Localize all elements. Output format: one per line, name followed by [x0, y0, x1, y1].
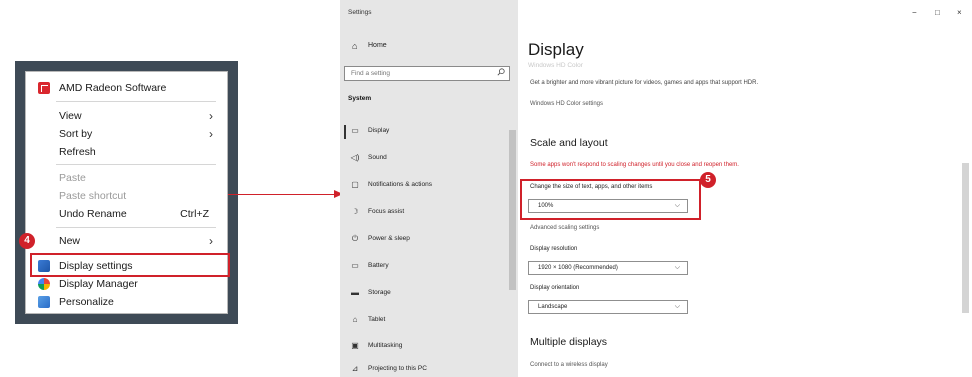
sidebar-item-notifications[interactable]: ▢ Notifications & actions: [344, 176, 510, 196]
resolution-label: Display resolution: [530, 246, 578, 252]
sidebar-item-focus-assist[interactable]: ☽ Focus assist: [344, 203, 510, 223]
battery-icon: ▭: [351, 261, 359, 270]
minimize-button[interactable]: −: [912, 8, 917, 17]
sidebar-section-system: System: [348, 95, 372, 102]
hdr-description: Get a brighter and more vibrant picture …: [530, 80, 759, 86]
wireless-display-link[interactable]: Connect to a wireless display: [530, 362, 608, 368]
sidebar-item-battery[interactable]: ▭ Battery: [344, 257, 510, 277]
amd-radeon-icon: [38, 82, 50, 94]
power-icon: ⏻: [351, 234, 359, 243]
storage-icon: ▬: [351, 288, 359, 297]
desktop-context-menu-frame: AMD Radeon Software View › Sort by › Ref…: [15, 61, 238, 324]
step-4-badge: 4: [19, 233, 35, 249]
shortcut-text: Ctrl+Z: [180, 208, 209, 220]
scaling-warning: Some apps won't respond to scaling chang…: [530, 162, 739, 168]
close-button[interactable]: ×: [957, 8, 962, 17]
multiple-displays-header: Multiple displays: [530, 336, 608, 348]
focus-assist-icon: ☽: [351, 207, 359, 216]
menu-item-amd-radeon-software[interactable]: AMD Radeon Software: [26, 78, 227, 98]
sidebar-item-storage[interactable]: ▬ Storage: [344, 284, 510, 304]
arrow-connector: [228, 194, 336, 195]
main-scrollbar[interactable]: [962, 163, 969, 313]
hdr-settings-link[interactable]: Windows HD Color settings: [530, 101, 603, 107]
notifications-icon: ▢: [351, 180, 359, 189]
menu-separator: [56, 227, 216, 228]
resolution-dropdown[interactable]: 1920 × 1080 (Recommended) ⌵: [528, 261, 688, 275]
desktop-context-menu: AMD Radeon Software View › Sort by › Ref…: [25, 71, 228, 314]
highlight-text-size: [520, 179, 701, 220]
menu-item-paste-shortcut: Paste shortcut: [59, 190, 127, 202]
window-title: Settings: [348, 9, 372, 16]
page-title: Display: [528, 40, 584, 59]
tablet-icon: ⌂: [352, 315, 358, 324]
menu-item-paste: Paste: [59, 172, 86, 184]
sidebar-item-multitasking[interactable]: ▣ Multitasking: [344, 337, 510, 357]
chevron-down-icon: ⌵: [674, 303, 680, 310]
menu-separator: [56, 101, 216, 102]
orientation-label: Display orientation: [530, 285, 580, 291]
menu-item-undo-rename[interactable]: Undo Rename Ctrl+Z: [26, 204, 227, 224]
search-settings-box[interactable]: [344, 66, 510, 81]
advanced-scaling-link[interactable]: Advanced scaling settings: [530, 225, 599, 231]
maximize-button[interactable]: □: [935, 8, 940, 17]
chevron-right-icon: ›: [209, 109, 213, 123]
sidebar-item-display[interactable]: ▭ Display: [344, 122, 510, 142]
orientation-dropdown[interactable]: Landscape ⌵: [528, 300, 688, 314]
step-5-badge: 5: [700, 172, 716, 188]
home-icon: ⌂: [352, 41, 358, 51]
menu-item-personalize[interactable]: Personalize: [26, 292, 227, 312]
sidebar-item-sound[interactable]: ◁) Sound: [344, 149, 510, 169]
sidebar-item-power-sleep[interactable]: ⏻ Power & sleep: [344, 230, 510, 250]
sidebar-item-tablet[interactable]: ⌂ Tablet: [344, 311, 510, 331]
personalize-icon: [38, 296, 50, 308]
chevron-down-icon: ⌵: [674, 264, 680, 271]
menu-separator: [56, 164, 216, 165]
sidebar-scrollbar[interactable]: [509, 130, 516, 290]
multitasking-icon: ▣: [351, 341, 359, 350]
scale-layout-header: Scale and layout: [530, 137, 608, 149]
projecting-icon: ⊿: [351, 364, 359, 373]
sidebar-item-projecting[interactable]: ⊿ Projecting to this PC: [344, 360, 510, 377]
menu-item-view[interactable]: View ›: [26, 106, 227, 126]
search-icon: [497, 68, 505, 76]
sound-icon: ◁): [350, 153, 360, 162]
menu-item-sort-by[interactable]: Sort by ›: [26, 124, 227, 144]
display-manager-icon: [38, 278, 50, 290]
faded-section-header: Windows HD Color: [528, 62, 583, 69]
menu-item-refresh[interactable]: Refresh: [26, 142, 227, 162]
chevron-right-icon: ›: [209, 127, 213, 141]
chevron-right-icon: ›: [209, 234, 213, 248]
display-icon: ▭: [351, 126, 359, 135]
search-input[interactable]: [345, 67, 493, 80]
menu-item-new[interactable]: New ›: [26, 231, 227, 251]
highlight-display-settings: [30, 253, 230, 277]
menu-item-display-manager[interactable]: Display Manager: [26, 274, 227, 294]
